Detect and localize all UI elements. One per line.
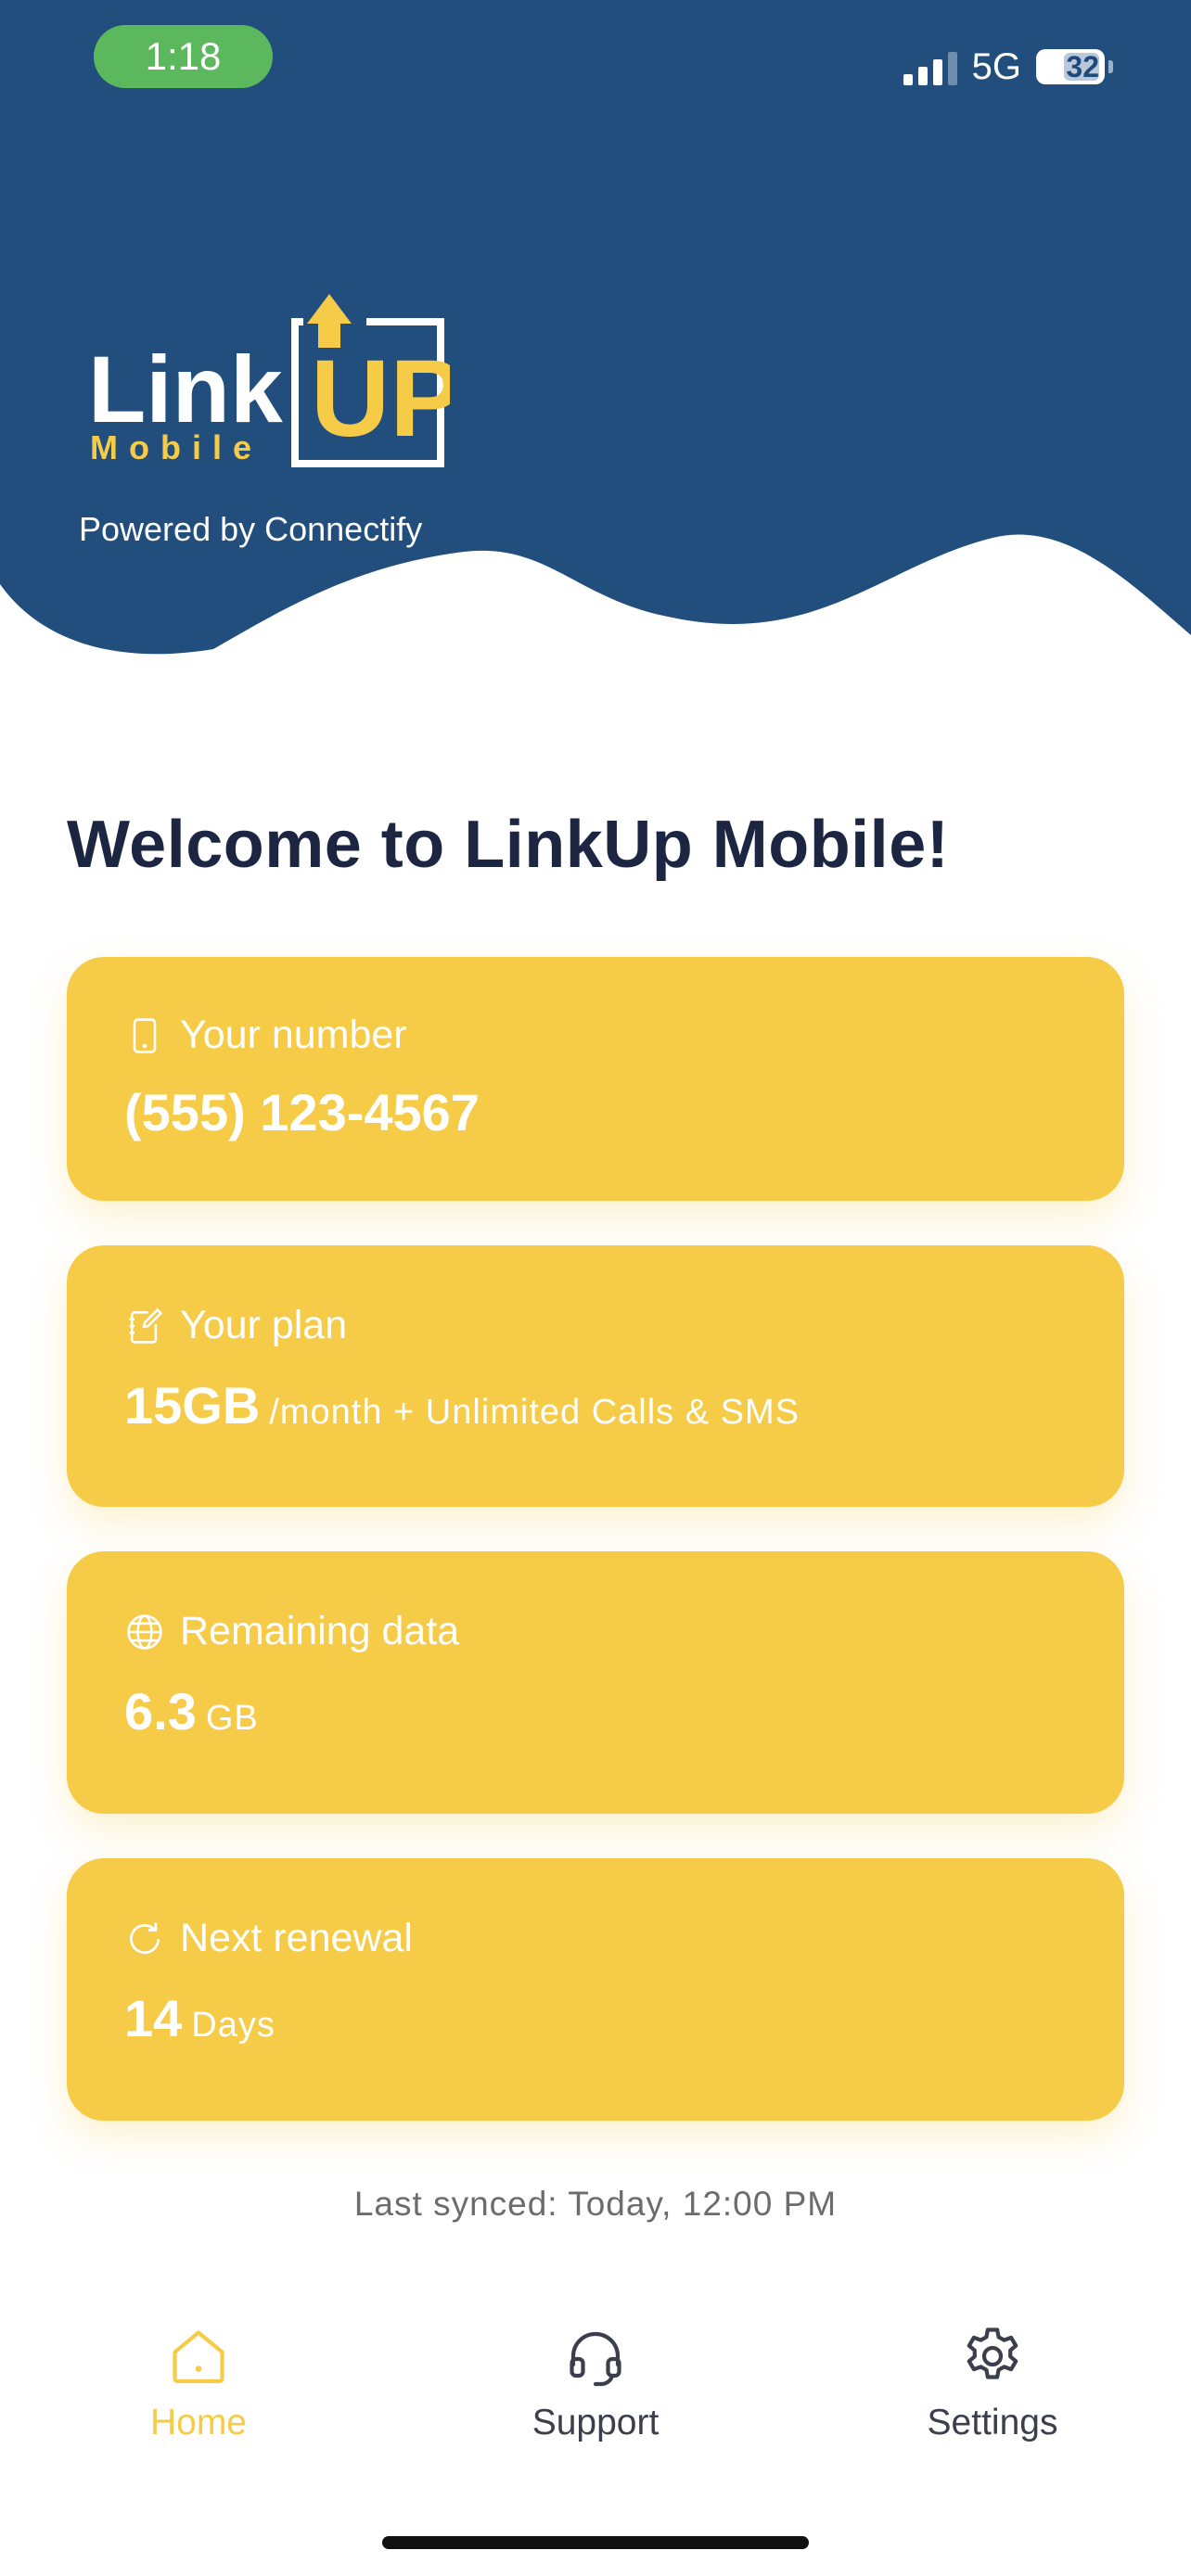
logo-word-link: Link [88,337,283,442]
card-your-plan[interactable]: Your plan 15GB/month + Unlimited Calls &… [67,1245,1124,1507]
status-time: 1:18 [94,25,273,88]
tab-label: Support [531,2403,660,2442]
tab-support[interactable]: Support [456,2323,735,2443]
battery-icon: 32 [1036,49,1105,84]
card-remaining-data[interactable]: Remaining data 6.3 GB [67,1551,1124,1814]
plan-details: /month + Unlimited Calls & SMS [269,1393,800,1432]
renewal-unit: Days [191,2006,275,2045]
gear-icon [967,2327,1018,2379]
card-label-text: Remaining data [180,1609,460,1653]
home-indicator [382,2536,809,2549]
logo-sub-mobile: Mobile [90,428,263,466]
battery-nub [1108,60,1113,73]
page-title: Welcome to LinkUp Mobile! [67,808,950,882]
card-label-text: Next renewal [180,1916,413,1960]
signal-icon [903,48,957,85]
tab-home[interactable]: Home [59,2323,338,2443]
plan-edit-icon [129,1307,163,1344]
headset-icon [570,2331,621,2387]
card-next-renewal[interactable]: Next renewal 14 Days [67,1858,1124,2121]
phone-number-value: (555) 123-4567 [124,1083,480,1141]
refresh-icon [129,1922,160,1954]
plan-value: 15GB [124,1376,261,1435]
card-label-text: Your number [180,1013,407,1057]
tab-bar: Home Support Settings [0,2323,1191,2471]
globe-icon [127,1613,162,1650]
logo-word-up: UP [311,338,450,460]
renewal-value: 14 [124,1989,183,2047]
header: 1:18 5G 32 Link Mobile UP Powered by Con… [0,0,1191,668]
remaining-data-unit: GB [205,1699,259,1738]
status-indicators: 5G 32 [903,37,1113,96]
card-label-text: Your plan [180,1303,348,1347]
tab-settings[interactable]: Settings [853,2323,1132,2443]
network-type: 5G [971,45,1021,87]
phone-icon [133,1017,157,1053]
home-icon [173,2330,224,2384]
remaining-data-value: 6.3 [124,1682,197,1741]
powered-by: Powered by Connectify [79,510,423,548]
last-synced: Last synced: Today, 12:00 PM [353,2185,838,2223]
battery-level: 32 [1066,50,1099,83]
tab-label: Home [149,2403,248,2442]
linkup-logo: Link Mobile UP [88,294,450,467]
card-your-number[interactable]: Your number (555) 123-4567 [67,957,1124,1201]
tab-label: Settings [927,2403,1058,2442]
